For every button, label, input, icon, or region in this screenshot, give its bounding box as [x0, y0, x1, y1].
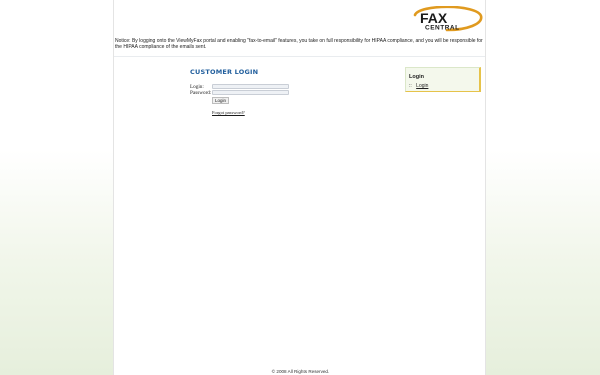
- forgot-password-link[interactable]: Forgot password?: [212, 110, 245, 115]
- login-title: CUSTOMER LOGIN: [190, 68, 259, 76]
- password-label: Password:: [190, 90, 212, 96]
- page-container: FAX CENTRAL Notice: By logging onto the …: [113, 0, 486, 375]
- fax-central-logo[interactable]: FAX CENTRAL: [411, 6, 483, 32]
- login-button[interactable]: Login: [212, 97, 229, 104]
- password-input[interactable]: [212, 90, 289, 95]
- sidebar-login-box: Login :: Login: [405, 67, 481, 92]
- sidebar-bullet: ::: [409, 83, 412, 89]
- sidebar-login-link[interactable]: Login: [416, 83, 428, 89]
- customer-login-form: CUSTOMER LOGIN Login: Password: Login Fo…: [190, 68, 289, 115]
- hipaa-notice: Notice: By logging onto the ViewMyFax po…: [115, 38, 483, 50]
- sidebar-title: Login: [409, 74, 424, 80]
- login-input[interactable]: [212, 84, 289, 89]
- sidebar-item-login: :: Login: [409, 83, 428, 89]
- footer-copyright: © 2008 All Rights Reserved.: [271, 369, 330, 374]
- header-divider: [114, 56, 485, 57]
- logo-text-central: CENTRAL: [425, 25, 460, 32]
